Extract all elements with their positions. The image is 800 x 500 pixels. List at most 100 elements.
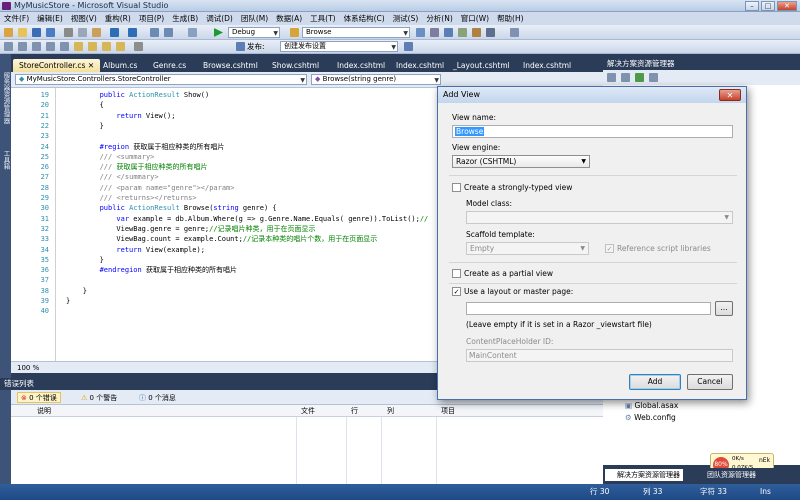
messages-filter-button[interactable]: ⓘ 0 个消息 xyxy=(135,392,180,403)
tab-album[interactable]: Album.cs xyxy=(97,59,143,72)
tree-item-global-asax[interactable]: ▣ Global.asax xyxy=(625,401,678,411)
menu-team[interactable]: 团队(M) xyxy=(237,12,272,25)
model-class-select[interactable]: ▼ xyxy=(466,211,733,224)
refresh-icon[interactable] xyxy=(635,73,644,82)
outdent-icon[interactable] xyxy=(32,42,41,51)
code-line[interactable]: ViewBag.count = example.Count;//记录本种类的唱片… xyxy=(116,234,377,244)
strongly-typed-checkbox[interactable] xyxy=(452,183,461,192)
code-line[interactable]: #region 获取属于相应种类的所有唱片 xyxy=(100,142,225,152)
member-select[interactable]: ◆ Browse(string genre) ▼ xyxy=(311,74,441,85)
column-line[interactable]: 行 xyxy=(351,406,358,416)
code-line[interactable]: /// </summary> xyxy=(100,172,159,182)
tab-layout-cshtml[interactable]: _Layout.cshtml xyxy=(447,59,516,72)
tab-index-cshtml-1[interactable]: Index.cshtml xyxy=(331,59,391,72)
publish-icon[interactable] xyxy=(236,42,245,51)
save-all-icon[interactable] xyxy=(46,28,55,37)
zoom-level[interactable]: 100 % xyxy=(17,363,39,373)
bookmark-icon[interactable] xyxy=(74,42,83,51)
class-select[interactable]: ◆ MyMusicStore.Controllers.StoreControll… xyxy=(15,74,307,85)
tab-index-cshtml-2[interactable]: Index.cshtml xyxy=(390,59,450,72)
menu-tools[interactable]: 工具(T) xyxy=(306,12,339,25)
use-layout-checkbox[interactable]: ✓ xyxy=(452,287,461,296)
tab-solution-explorer[interactable]: 解决方案资源管理器 xyxy=(605,469,683,481)
tab-team-explorer[interactable]: 团队资源管理器 xyxy=(695,469,759,481)
find-combo[interactable]: Browse ▼ xyxy=(302,27,410,38)
code-line[interactable]: } xyxy=(100,121,104,131)
close-icon[interactable]: ✕ xyxy=(88,61,94,70)
warnings-filter-button[interactable]: ⚠ 0 个警告 xyxy=(77,392,121,403)
navigate-forward-icon[interactable] xyxy=(164,28,173,37)
cut-icon[interactable] xyxy=(64,28,73,37)
toolbox-icon[interactable] xyxy=(458,28,467,37)
find-in-files-icon[interactable] xyxy=(416,28,425,37)
menu-file[interactable]: 文件(F) xyxy=(0,12,33,25)
tree-item-web-config[interactable]: ⚙ Web.config xyxy=(625,413,676,423)
menu-build[interactable]: 生成(B) xyxy=(168,12,202,25)
menu-help[interactable]: 帮助(H) xyxy=(493,12,528,25)
menu-data[interactable]: 数据(A) xyxy=(272,12,306,25)
errors-filter-button[interactable]: ⊗ 0 个错误 xyxy=(17,392,61,403)
code-line[interactable]: { xyxy=(100,100,104,110)
extension-manager-icon[interactable] xyxy=(472,28,481,37)
code-line[interactable]: } xyxy=(83,286,87,296)
code-line[interactable]: var example = db.Album.Where(g => g.Genr… xyxy=(116,214,428,224)
menu-architecture[interactable]: 体系结构(C) xyxy=(340,12,389,25)
object-browser-icon[interactable] xyxy=(444,28,453,37)
menu-project[interactable]: 项目(P) xyxy=(135,12,168,25)
toolbar-icon[interactable] xyxy=(188,28,197,37)
menu-analyze[interactable]: 分析(N) xyxy=(422,12,456,25)
properties-icon[interactable] xyxy=(607,73,616,82)
publish-profile-select[interactable]: 创建发布设置 ▼ xyxy=(280,41,398,52)
toolbox-tab[interactable]: 工具箱 xyxy=(1,150,10,170)
code-line[interactable]: /// <summary> xyxy=(100,152,155,162)
tab-store-controller[interactable]: StoreController.cs ✕ xyxy=(13,59,101,72)
view-engine-select[interactable]: Razor (CSHTML) ▼ xyxy=(452,155,590,168)
publish-web-icon[interactable] xyxy=(404,42,413,51)
close-button[interactable]: ✕ xyxy=(777,1,797,11)
copy-icon[interactable] xyxy=(78,28,87,37)
new-project-icon[interactable] xyxy=(4,28,13,37)
next-bookmark-icon[interactable] xyxy=(102,42,111,51)
tab-browse-cshtml[interactable]: Browse.cshtml xyxy=(197,59,264,72)
view-code-icon[interactable] xyxy=(649,73,658,82)
column-project[interactable]: 项目 xyxy=(441,406,455,416)
code-line[interactable]: ViewBag.genre = genre;//记录唱片种类，用于在页面显示 xyxy=(116,224,315,234)
start-page-icon[interactable] xyxy=(486,28,495,37)
minimize-button[interactable]: – xyxy=(745,1,759,11)
cancel-button[interactable]: Cancel xyxy=(687,374,733,390)
open-file-icon[interactable] xyxy=(18,28,27,37)
code-line[interactable]: return View(example); xyxy=(116,245,205,255)
menu-edit[interactable]: 编辑(E) xyxy=(33,12,67,25)
previous-bookmark-icon[interactable] xyxy=(88,42,97,51)
partial-view-checkbox[interactable] xyxy=(452,269,461,278)
toolbar-options-icon[interactable] xyxy=(134,42,143,51)
text-editor-icon[interactable] xyxy=(4,42,13,51)
save-icon[interactable] xyxy=(32,28,41,37)
menu-view[interactable]: 视图(V) xyxy=(67,12,101,25)
code-line[interactable]: return View(); xyxy=(116,111,175,121)
browse-layout-button[interactable]: ... xyxy=(715,301,733,316)
code-line[interactable]: /// <returns></returns> xyxy=(100,193,197,203)
tab-index-cshtml-3[interactable]: Index.cshtml xyxy=(517,59,577,72)
tab-genre[interactable]: Genre.cs xyxy=(147,59,192,72)
server-explorer-tab[interactable]: 服务器资源管理器 xyxy=(1,72,10,124)
uncomment-icon[interactable] xyxy=(60,42,69,51)
column-column[interactable]: 列 xyxy=(387,406,394,416)
code-line[interactable]: public ActionResult Show() xyxy=(100,90,210,100)
comment-icon[interactable] xyxy=(46,42,55,51)
menu-debug[interactable]: 调试(D) xyxy=(202,12,237,25)
reference-scripts-checkbox[interactable]: ✓ xyxy=(605,244,614,253)
code-line[interactable]: } xyxy=(100,255,104,265)
view-name-input[interactable]: Browse xyxy=(452,125,733,138)
clear-bookmarks-icon[interactable] xyxy=(116,42,125,51)
properties-icon[interactable] xyxy=(430,28,439,37)
navigate-back-icon[interactable] xyxy=(150,28,159,37)
code-line[interactable]: /// <param name="genre"></param> xyxy=(100,183,235,193)
paste-icon[interactable] xyxy=(92,28,101,37)
options-icon[interactable] xyxy=(510,28,519,37)
maximize-button[interactable]: □ xyxy=(761,1,775,11)
column-description[interactable]: 说明 xyxy=(37,406,51,416)
scaffold-template-select[interactable]: Empty ▼ xyxy=(466,242,589,255)
content-placeholder-input[interactable]: MainContent xyxy=(466,349,733,362)
column-file[interactable]: 文件 xyxy=(301,406,315,416)
